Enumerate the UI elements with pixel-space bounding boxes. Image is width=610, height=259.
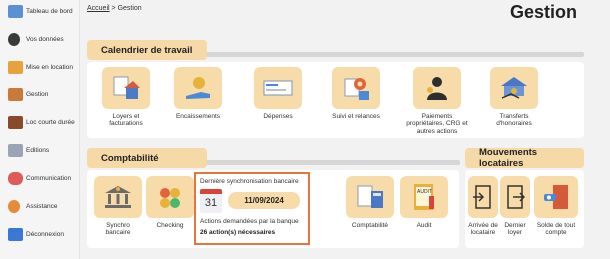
sync-title: Dernière synchronisation bancaire xyxy=(200,178,299,185)
tile-solde-tout-compte[interactable]: Solde de tout compte xyxy=(532,176,580,237)
section-title-comptabilite: Comptabilité xyxy=(87,148,207,168)
sync-date: 11/09/2024 xyxy=(228,192,300,209)
tile-synchro-bancaire[interactable]: Synchro bancaire xyxy=(94,176,142,237)
breadcrumb: Accueil > Gestion xyxy=(87,5,142,12)
tile-audit[interactable]: AUDIT Audit xyxy=(400,176,448,229)
accounting-calculator-icon xyxy=(346,176,394,218)
logout-icon xyxy=(8,227,23,241)
tile-checking[interactable]: Checking xyxy=(146,176,194,229)
section-title-travail: Calendrier de travail xyxy=(87,40,207,60)
tile-label: Audit xyxy=(416,222,432,229)
sidebar-item-label: Vos données xyxy=(26,35,64,43)
support-icon xyxy=(8,199,20,213)
sidebar-item-assistance[interactable]: Assistance xyxy=(8,198,57,214)
tile-dernier-loyer[interactable]: Dernier loyer xyxy=(498,176,532,237)
tile-label: Transferts d'honoraires xyxy=(496,113,532,128)
tile-label: Synchro bancaire xyxy=(105,222,131,237)
tile-loyers-facturations[interactable]: Loyers et facturations xyxy=(100,67,152,128)
cheque-icon xyxy=(254,67,302,109)
sidebar: Tableau de bord Vos données Mise en loca… xyxy=(0,0,80,259)
chat-icon xyxy=(8,171,23,185)
bank-sync-status-card: Dernière synchronisation bancaire 31 11/… xyxy=(194,172,310,245)
tile-label: Arrivée de locataire xyxy=(468,222,498,237)
sidebar-item-gestion[interactable]: Gestion xyxy=(8,86,48,102)
tile-paiements-proprietaires[interactable]: Paiements propriétaires, CRG et autres a… xyxy=(405,67,469,135)
section-divider xyxy=(205,52,584,57)
breadcrumb-separator: > xyxy=(111,5,116,12)
key-location-icon xyxy=(8,60,23,74)
sidebar-item-mise-en-location[interactable]: Mise en location xyxy=(8,59,73,75)
audit-folder-icon: AUDIT xyxy=(400,176,448,218)
last-rent-icon xyxy=(500,176,530,218)
breadcrumb-current: Gestion xyxy=(117,5,142,12)
sidebar-item-label: Communication xyxy=(26,174,72,182)
sidebar-item-label: Assistance xyxy=(26,202,58,210)
tenant-arrival-icon xyxy=(468,176,498,218)
tile-encaissements[interactable]: Encaissements xyxy=(172,67,224,120)
section-title-mouvements: Mouvements locataires xyxy=(465,147,584,169)
documents-icon xyxy=(8,143,23,157)
breadcrumb-home-link[interactable]: Accueil xyxy=(87,5,110,12)
tile-label: Dépenses xyxy=(263,113,293,120)
tile-label: Encaissements xyxy=(175,113,221,120)
sidebar-item-editions[interactable]: Editions xyxy=(8,142,49,158)
sidebar-item-label: Déconnexion xyxy=(26,230,64,238)
coins-hand-icon xyxy=(174,67,222,109)
sidebar-item-label: Mise en location xyxy=(26,63,73,71)
tile-label: Loyers et facturations xyxy=(109,113,143,128)
checking-coins-icon xyxy=(146,176,194,218)
suitcase-icon xyxy=(8,115,23,129)
tile-depenses[interactable]: Dépenses xyxy=(252,67,304,120)
bank-actions-count[interactable]: 26 action(s) nécessaires xyxy=(200,229,275,236)
sidebar-item-label: Gestion xyxy=(26,90,49,98)
user-icon xyxy=(8,32,20,46)
final-settlement-icon xyxy=(534,176,578,218)
tile-arrivee-locataire[interactable]: Arrivée de locataire xyxy=(466,176,500,237)
sidebar-item-loc-courte-duree[interactable]: Loc courte durée xyxy=(8,114,75,130)
tile-label: Comptabilité xyxy=(351,222,389,229)
svg-text:AUDIT: AUDIT xyxy=(417,189,432,195)
sidebar-item-label: Editions xyxy=(26,146,50,154)
tile-label: Paiements propriétaires, CRG et autres a… xyxy=(406,113,468,135)
bank-sync-icon xyxy=(94,176,142,218)
sidebar-item-dashboard[interactable]: Tableau de bord xyxy=(8,3,73,19)
tile-suivi-relances[interactable]: Suivi et relances xyxy=(330,67,382,120)
owner-payment-icon xyxy=(413,67,461,109)
dashboard-icon xyxy=(8,4,23,18)
sidebar-item-deconnexion[interactable]: Déconnexion xyxy=(8,226,64,242)
fees-transfer-icon xyxy=(490,67,538,109)
section-divider xyxy=(205,160,460,165)
tile-transferts-honoraires[interactable]: Transferts d'honoraires xyxy=(488,67,540,128)
rent-house-icon xyxy=(102,67,150,109)
bank-actions-label: Actions demandées par la banque xyxy=(200,218,299,225)
management-icon xyxy=(8,87,23,101)
tile-label: Suivi et relances xyxy=(332,113,380,120)
page-title: Gestion xyxy=(510,2,578,22)
sidebar-item-communication[interactable]: Communication xyxy=(8,170,71,186)
sidebar-item-label: Tableau de bord xyxy=(26,7,73,15)
follow-up-gear-icon xyxy=(332,67,380,109)
sidebar-item-label: Loc courte durée xyxy=(26,118,75,126)
tile-label: Solde de tout compte xyxy=(536,222,576,237)
tile-comptabilite[interactable]: Comptabilité xyxy=(346,176,394,229)
tile-label: Dernier loyer xyxy=(504,222,526,237)
sidebar-item-vos-donnees[interactable]: Vos données xyxy=(8,31,64,47)
tile-label: Checking xyxy=(156,222,184,229)
calendar-icon: 31 xyxy=(200,189,222,213)
